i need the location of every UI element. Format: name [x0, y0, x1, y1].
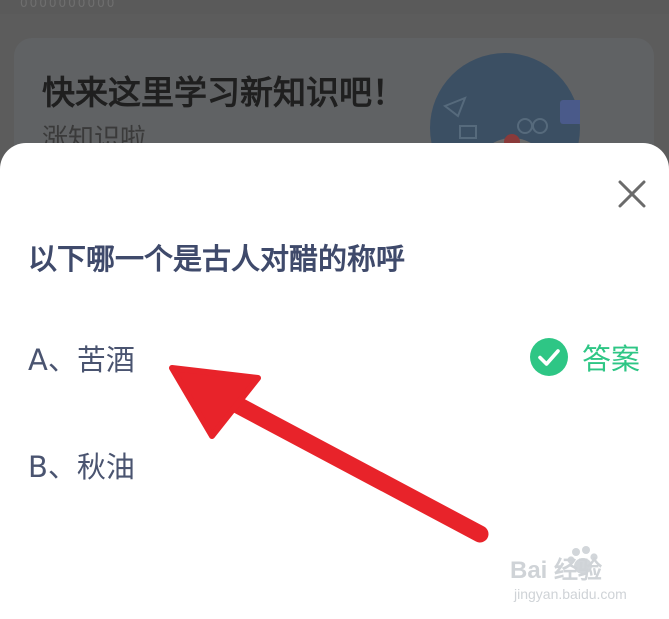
close-icon[interactable] — [612, 174, 652, 214]
quiz-option-a-label: A、苦酒 — [28, 343, 135, 377]
quiz-option-b-label: B、秋油 — [28, 450, 135, 484]
quiz-question: 以下哪一个是古人对醋的称呼 — [28, 242, 406, 276]
quiz-option-b[interactable]: B、秋油 — [0, 434, 669, 494]
watermark-sub-text: jingyan.baidu.com — [514, 586, 627, 602]
check-circle-icon — [530, 338, 568, 376]
answer-label: 答案 — [582, 342, 641, 376]
quiz-option-a[interactable]: A、苦酒 答案 — [0, 327, 669, 387]
background-banner-title: 快来这里学习新知识吧！ — [42, 73, 405, 112]
background-top-strip: 0000000000 — [0, 0, 669, 14]
answer-badge: 答案 — [530, 337, 640, 377]
watermark-main-text: Bai 经验 — [510, 557, 603, 584]
background-top-strip-text: 0000000000 — [20, 0, 117, 10]
baidu-jingyan-watermark: Bai 经验 jingyan.baidu.com — [510, 546, 660, 610]
